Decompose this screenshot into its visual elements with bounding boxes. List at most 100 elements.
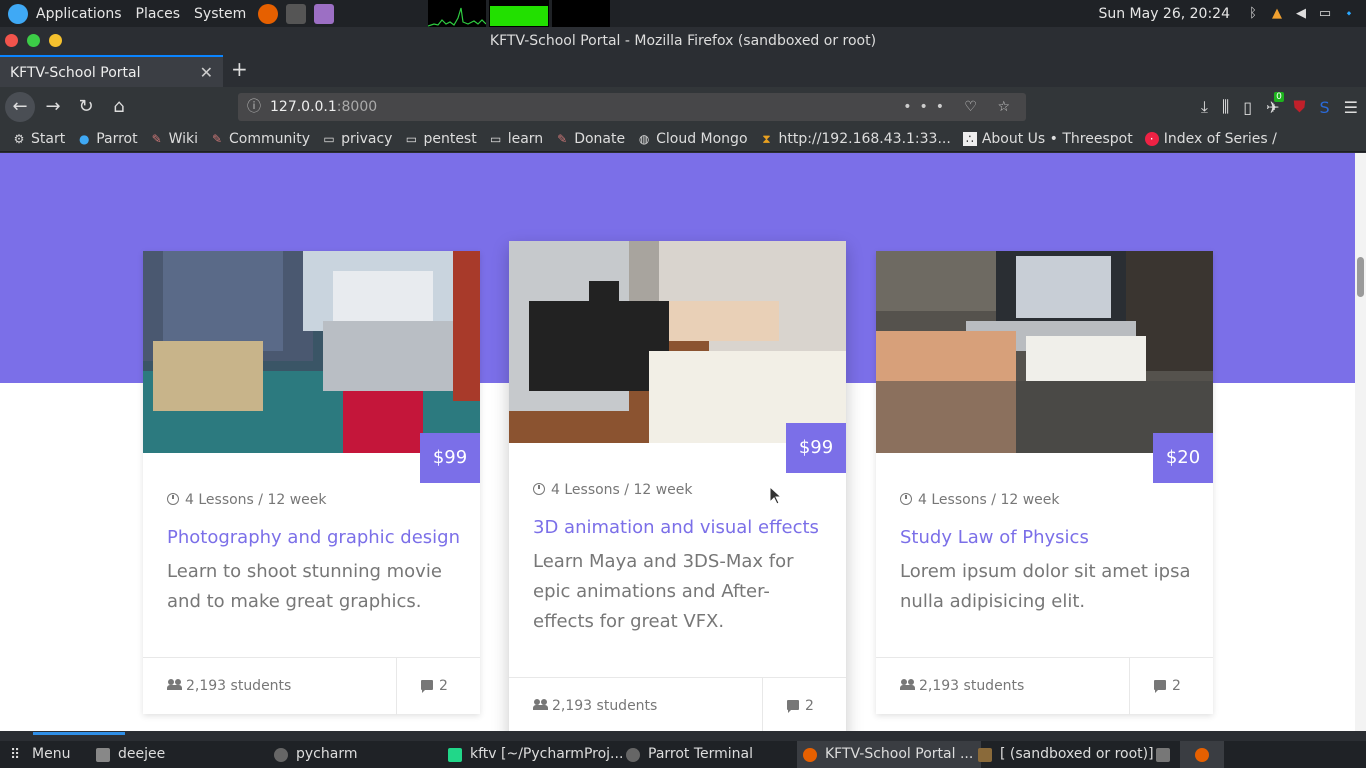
text-editor-launcher-icon[interactable]: [314, 3, 335, 24]
bookmark-learn[interactable]: ▭ learn: [489, 131, 543, 147]
bookmark-donate[interactable]: ✎ Donate: [555, 131, 625, 147]
bookmark-cloud-mongo[interactable]: ◍ Cloud Mongo: [637, 131, 748, 147]
taskbar-tray[interactable]: [1156, 741, 1178, 768]
bookmark-wiki[interactable]: ✎ Wiki: [150, 131, 198, 147]
comments-count[interactable]: 2: [421, 678, 448, 694]
globe-icon: ◍: [638, 132, 650, 146]
page-scrollbar[interactable]: [1355, 153, 1366, 731]
community-icon: ✎: [212, 132, 223, 146]
maximize-window-icon[interactable]: [27, 34, 40, 47]
comments-count[interactable]: 2: [1154, 678, 1181, 694]
course-footer: 2,193 students 2: [143, 657, 480, 715]
bookmark-privacy[interactable]: ▭ privacy: [322, 131, 392, 147]
course-title[interactable]: Photography and graphic design: [167, 527, 460, 548]
window-titlebar: KFTV-School Portal - Mozilla Firefox (sa…: [0, 27, 1366, 55]
users-icon: [167, 679, 182, 690]
battery-icon[interactable]: ▭: [1318, 6, 1332, 21]
taskbar-item-sandboxed[interactable]: [ (sandboxed or root)]: [978, 741, 1154, 768]
scrollbar-thumb[interactable]: [1357, 257, 1364, 297]
reload-icon[interactable]: ↻: [71, 92, 101, 122]
applications-menu[interactable]: Applications: [36, 6, 122, 22]
firefox-launcher-icon[interactable]: [258, 3, 279, 24]
places-menu[interactable]: Places: [136, 6, 181, 22]
hourglass-icon: ⧗: [762, 132, 771, 146]
course-image: [876, 251, 1213, 453]
taskbar: ⠿ Menu deejee pycharm kftv [~/PycharmProj…: [0, 731, 1366, 768]
cpu-graph-icon: [427, 7, 487, 27]
volume-icon[interactable]: ◀: [1294, 6, 1308, 21]
bookmark-http-link[interactable]: ⧗ http://192.168.43.1:33...: [760, 131, 951, 147]
page-actions-icon[interactable]: •••: [903, 99, 952, 115]
course-card[interactable]: $99 4 Lessons / 12 week 3D animation and…: [509, 241, 846, 731]
url-port: :8000: [336, 99, 378, 115]
taskbar-item-parrot-terminal[interactable]: Parrot Terminal: [626, 741, 753, 768]
taskbar-item-pycharm[interactable]: pycharm: [274, 741, 357, 768]
bookmark-pentest[interactable]: ▭ pentest: [404, 131, 477, 147]
bookmark-community[interactable]: ✎ Community: [210, 131, 310, 147]
sidebar-icon[interactable]: ▯: [1243, 98, 1252, 117]
bookmark-threespot[interactable]: ∴ About Us • Threespot: [962, 131, 1133, 147]
taskbar-item-kftv[interactable]: kftv [~/PycharmProj...: [448, 741, 623, 768]
cpu-monitor: [427, 0, 487, 27]
forward-icon[interactable]: →: [38, 92, 68, 122]
pocket-icon[interactable]: ♡: [964, 99, 985, 115]
course-description: Learn Maya and 3DS-Max for epic animatio…: [533, 551, 794, 632]
pycharm-icon: [448, 747, 462, 762]
home-icon[interactable]: ⌂: [104, 92, 134, 122]
s-extension-icon[interactable]: S: [1320, 98, 1330, 117]
taskbar-firefox-pinned[interactable]: [1180, 741, 1224, 768]
url-host: 127.0.0.1: [270, 99, 337, 115]
new-tab-icon[interactable]: +: [231, 57, 248, 81]
page-viewport: $99 4 Lessons / 12 week Photography and …: [0, 153, 1366, 731]
price-badge: $99: [420, 433, 480, 483]
gear-icon: ⚙: [13, 132, 25, 146]
taskbar-item-deejee[interactable]: deejee: [96, 741, 165, 768]
bluetooth-icon[interactable]: ᛒ: [1246, 6, 1260, 21]
top-panel: Applications Places System Sun May 26, 2…: [0, 0, 1366, 27]
firefox-icon: [1195, 747, 1209, 762]
bookmark-star-icon[interactable]: ☆: [997, 99, 1018, 115]
donate-icon: ✎: [557, 132, 568, 146]
course-card[interactable]: $20 4 Lessons / 12 week Study Law of Phy…: [876, 251, 1213, 715]
taskbar-menu-button[interactable]: ⠿ Menu: [10, 741, 70, 768]
library-icon[interactable]: ⫼: [1222, 97, 1229, 117]
course-description: Learn to shoot stunning movie and to mak…: [167, 561, 442, 612]
tab-kftv[interactable]: KFTV-School Portal ✕: [0, 55, 223, 87]
taskbar-item-firefox[interactable]: KFTV-School Portal ...: [797, 741, 982, 768]
course-card[interactable]: $99 4 Lessons / 12 week Photography and …: [143, 251, 480, 715]
ublock-icon[interactable]: ⛊: [1293, 97, 1305, 117]
extension-icon[interactable]: ✈ 0: [1266, 91, 1284, 117]
minimize-window-icon[interactable]: [49, 34, 62, 47]
vlc-icon[interactable]: ▲: [1270, 6, 1284, 21]
price-badge: $99: [786, 423, 846, 473]
series-icon: ·: [1144, 132, 1159, 146]
close-window-icon[interactable]: [5, 34, 18, 47]
site-info-icon[interactable]: ⓘ: [247, 93, 261, 121]
bookmark-parrot[interactable]: ● Parrot: [77, 131, 138, 147]
parrot-logo-icon[interactable]: [8, 3, 28, 24]
course-image: [143, 251, 480, 453]
bookmark-index-of-series[interactable]: · Index of Series /: [1144, 131, 1277, 147]
comments-count[interactable]: 2: [787, 698, 814, 714]
wiki-icon: ✎: [151, 132, 162, 146]
back-icon[interactable]: ←: [5, 92, 35, 122]
bookmark-start[interactable]: ⚙ Start: [12, 131, 66, 147]
terminal-launcher-icon[interactable]: [286, 3, 307, 24]
course-title[interactable]: Study Law of Physics: [900, 527, 1089, 548]
users-icon: [900, 679, 915, 690]
url-bar[interactable]: ⓘ 127.0.0.1:8000 ••• ♡ ☆: [238, 93, 1026, 121]
close-tab-icon[interactable]: ✕: [200, 57, 213, 89]
clock[interactable]: Sun May 26, 20:24: [1098, 6, 1230, 22]
network-icon[interactable]: ⬩: [1342, 6, 1356, 21]
course-title[interactable]: 3D animation and visual effects: [533, 517, 819, 538]
students-count: 2,193 students: [900, 678, 1024, 694]
comment-icon: [421, 680, 433, 693]
comment-icon: [1154, 680, 1166, 693]
downloads-icon[interactable]: ⤓: [1201, 97, 1208, 117]
network-monitor: [552, 0, 610, 27]
system-menu[interactable]: System: [194, 6, 246, 22]
hamburger-menu-icon[interactable]: ☰: [1344, 98, 1358, 117]
folder-icon: ▭: [405, 132, 418, 146]
users-icon: [533, 699, 548, 710]
terminal-icon: [274, 747, 288, 762]
